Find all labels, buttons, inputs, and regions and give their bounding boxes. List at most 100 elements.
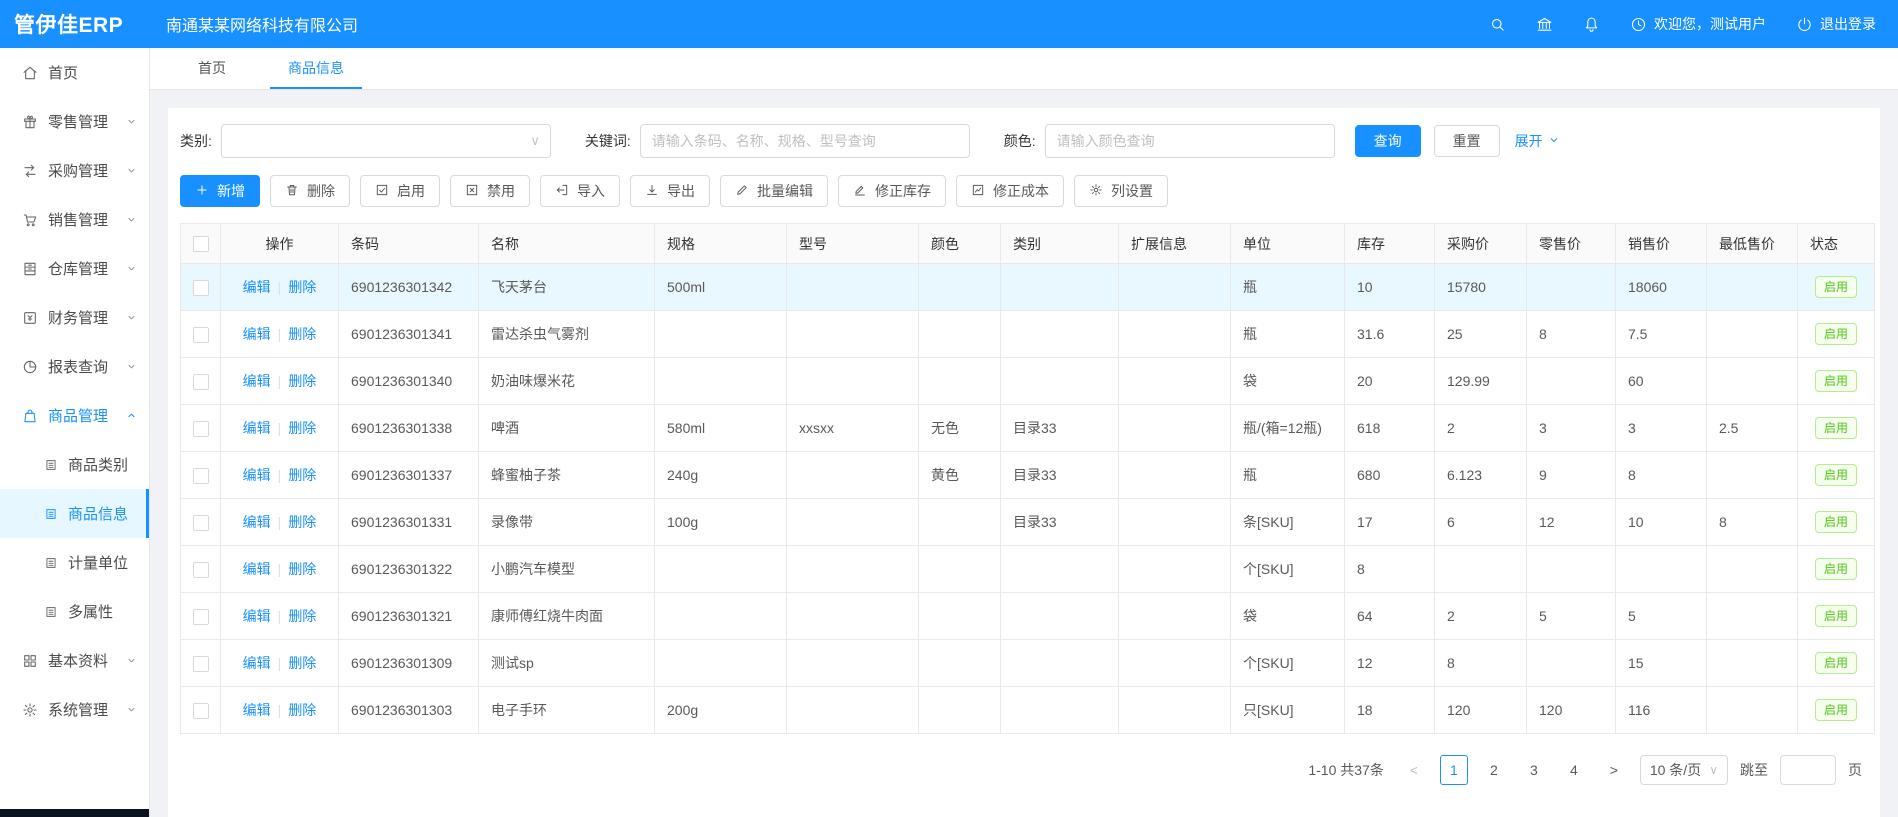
enable-button[interactable]: 启用 <box>360 175 440 207</box>
delete-link[interactable]: 删除 <box>288 373 316 389</box>
row-actions: 编辑|删除 <box>221 546 339 593</box>
delete-link[interactable]: 删除 <box>288 608 316 624</box>
cell-category <box>1001 593 1119 640</box>
page-number-2[interactable]: 2 <box>1480 755 1508 785</box>
row-checkbox[interactable] <box>193 280 209 296</box>
sidebar-subitem-label: 商品信息 <box>68 503 146 524</box>
sidebar-subitem-multi-attr[interactable]: 多属性 <box>0 587 149 636</box>
sidebar-item-purchase[interactable]: 采购管理 <box>0 146 149 195</box>
sidebar: 首页零售管理采购管理销售管理仓库管理财务管理报表查询商品管理商品类别商品信息计量… <box>0 48 150 817</box>
edit-link[interactable]: 编辑 <box>243 467 271 483</box>
select-all-checkbox[interactable] <box>193 236 209 252</box>
row-actions: 编辑|删除 <box>221 640 339 687</box>
sidebar-item-basic[interactable]: 基本资料 <box>0 636 149 685</box>
page-number-4[interactable]: 4 <box>1560 755 1588 785</box>
page-number-3[interactable]: 3 <box>1520 755 1548 785</box>
batch-edit-button[interactable]: 批量编辑 <box>720 175 828 207</box>
delete-link[interactable]: 删除 <box>288 420 316 436</box>
page-size-select[interactable]: 10 条/页∨ <box>1640 755 1728 785</box>
page-number-1[interactable]: 1 <box>1440 755 1468 785</box>
delete-link[interactable]: 删除 <box>288 326 316 342</box>
cell-min: 2.5 <box>1707 405 1798 452</box>
logout-button[interactable]: 退出登录 <box>1796 14 1876 34</box>
page-unit-label: 页 <box>1848 760 1862 780</box>
sidebar-collapse-bar[interactable] <box>0 809 149 817</box>
search-button[interactable]: 查询 <box>1355 125 1421 157</box>
edit-link[interactable]: 编辑 <box>243 514 271 530</box>
cell-category: 目录33 <box>1001 452 1119 499</box>
jump-page-input[interactable] <box>1780 755 1836 785</box>
row-checkbox[interactable] <box>193 609 209 625</box>
sidebar-item-product[interactable]: 商品管理 <box>0 391 149 440</box>
fix-stock-button[interactable]: 修正库存 <box>838 175 946 207</box>
tab-product-info[interactable]: 商品信息 <box>270 48 362 89</box>
sidebar-item-report[interactable]: 报表查询 <box>0 342 149 391</box>
edit-link[interactable]: 编辑 <box>243 326 271 342</box>
disable-button[interactable]: 禁用 <box>450 175 530 207</box>
row-checkbox[interactable] <box>193 515 209 531</box>
delete-link[interactable]: 删除 <box>288 702 316 718</box>
fix-cost-button[interactable]: 修正成本 <box>956 175 1064 207</box>
cell-spec: 580ml <box>655 405 787 452</box>
export-button[interactable]: 导出 <box>630 175 710 207</box>
color-input[interactable] <box>1045 124 1335 158</box>
edit-link[interactable]: 编辑 <box>243 608 271 624</box>
delete-link[interactable]: 删除 <box>288 561 316 577</box>
bank-icon[interactable] <box>1536 16 1553 33</box>
column-header: 名称 <box>479 224 655 264</box>
power-icon <box>1796 16 1813 33</box>
search-icon[interactable] <box>1489 16 1506 33</box>
edit-link[interactable]: 编辑 <box>243 655 271 671</box>
cell-ext <box>1119 640 1231 687</box>
sidebar-subitem-product-category[interactable]: 商品类别 <box>0 440 149 489</box>
sidebar-item-warehouse[interactable]: 仓库管理 <box>0 244 149 293</box>
import-button[interactable]: 导入 <box>540 175 620 207</box>
sidebar-item-home[interactable]: 首页 <box>0 48 149 97</box>
cell-stock: 618 <box>1345 405 1435 452</box>
row-checkbox[interactable] <box>193 562 209 578</box>
cell-model <box>787 546 919 593</box>
delete-link[interactable]: 删除 <box>288 655 316 671</box>
cell-min <box>1707 546 1798 593</box>
toolbar-button-label: 修正库存 <box>875 181 931 201</box>
reset-button[interactable]: 重置 <box>1434 125 1500 157</box>
category-select[interactable]: ∨ <box>221 124 551 158</box>
row-checkbox[interactable] <box>193 421 209 437</box>
delete-link[interactable]: 删除 <box>288 514 316 530</box>
sidebar-subitem-unit[interactable]: 计量单位 <box>0 538 149 587</box>
column-header: 颜色 <box>919 224 1001 264</box>
add-button[interactable]: 新增 <box>180 175 260 207</box>
delete-link[interactable]: 删除 <box>288 279 316 295</box>
row-checkbox[interactable] <box>193 703 209 719</box>
tab-home[interactable]: 首页 <box>180 48 244 89</box>
edit-link[interactable]: 编辑 <box>243 420 271 436</box>
delete-link[interactable]: 删除 <box>288 467 316 483</box>
cell-retail <box>1527 640 1616 687</box>
edit-link[interactable]: 编辑 <box>243 561 271 577</box>
status-badge: 启用 <box>1815 417 1857 439</box>
sidebar-item-sales[interactable]: 销售管理 <box>0 195 149 244</box>
edit-link[interactable]: 编辑 <box>243 279 271 295</box>
edit-link[interactable]: 编辑 <box>243 373 271 389</box>
status-badge: 启用 <box>1815 370 1857 392</box>
keyword-input[interactable] <box>640 124 970 158</box>
sidebar-item-retail[interactable]: 零售管理 <box>0 97 149 146</box>
sidebar-subitem-product-info[interactable]: 商品信息 <box>0 489 149 538</box>
bell-icon[interactable] <box>1583 16 1600 33</box>
column-settings-button[interactable]: 列设置 <box>1074 175 1168 207</box>
sidebar-subitem-label: 计量单位 <box>68 552 149 573</box>
expand-link[interactable]: 展开 <box>1515 131 1560 151</box>
edit-link[interactable]: 编辑 <box>243 702 271 718</box>
delete-button[interactable]: 删除 <box>270 175 350 207</box>
welcome-user[interactable]: 欢迎您，测试用户 <box>1630 14 1766 34</box>
sidebar-item-finance[interactable]: 财务管理 <box>0 293 149 342</box>
row-checkbox[interactable] <box>193 327 209 343</box>
row-checkbox[interactable] <box>193 468 209 484</box>
prev-page-button[interactable]: < <box>1400 755 1428 785</box>
row-checkbox[interactable] <box>193 656 209 672</box>
cell-status: 启用 <box>1798 546 1875 593</box>
cell-spec <box>655 358 787 405</box>
sidebar-item-system[interactable]: 系统管理 <box>0 685 149 734</box>
row-checkbox[interactable] <box>193 374 209 390</box>
next-page-button[interactable]: > <box>1600 755 1628 785</box>
